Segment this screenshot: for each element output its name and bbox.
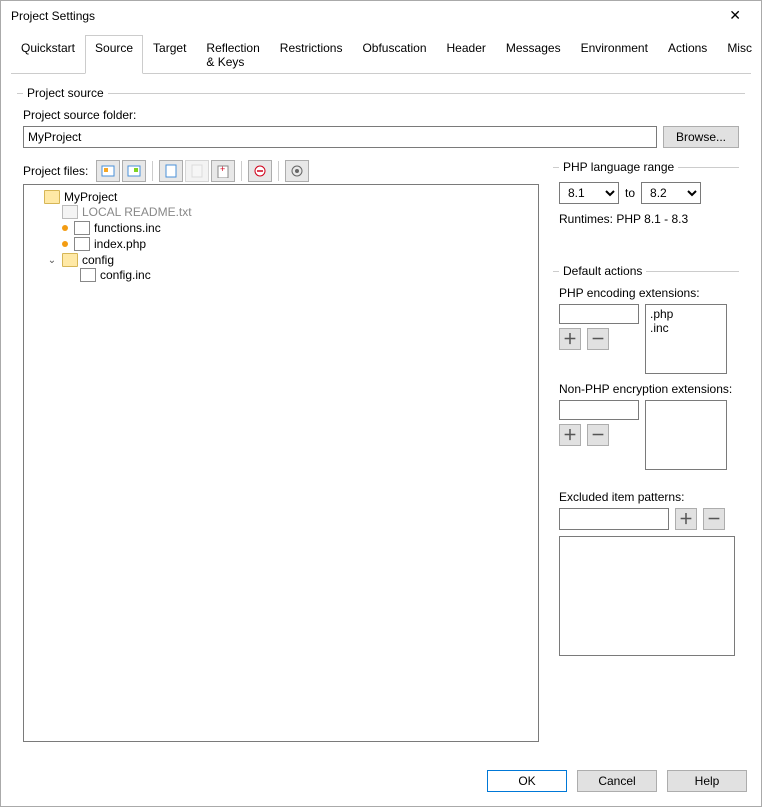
- php-ext-remove-button[interactable]: －: [587, 328, 609, 350]
- folder-label: Project source folder:: [23, 108, 739, 122]
- side-pane: PHP language range 8.1 to 8.2 Runtimes: …: [553, 156, 739, 742]
- browse-button[interactable]: Browse...: [663, 126, 739, 148]
- default-actions-group: Default actions PHP encoding extensions:…: [553, 264, 739, 656]
- tree-item-label: LOCAL README.txt: [82, 205, 192, 219]
- nonphp-ext-remove-button[interactable]: －: [587, 424, 609, 446]
- tree-folder-label: config: [82, 253, 114, 267]
- php-ext-list[interactable]: .php .inc: [645, 304, 727, 374]
- project-source-legend: Project source: [23, 86, 108, 100]
- file-tree[interactable]: MyProject LOCAL README.txt: [23, 184, 539, 742]
- file-icon: [74, 237, 90, 251]
- excl-list[interactable]: [559, 536, 735, 656]
- lang-from-select[interactable]: 8.1: [559, 182, 619, 204]
- php-ext-item[interactable]: .php: [650, 307, 722, 321]
- tab-messages[interactable]: Messages: [496, 35, 571, 74]
- tab-quickstart[interactable]: Quickstart: [11, 35, 85, 74]
- tree-item-label: index.php: [94, 237, 146, 251]
- tab-actions[interactable]: Actions: [658, 35, 717, 74]
- file-icon: [62, 205, 78, 219]
- close-icon[interactable]: ✕: [719, 7, 751, 24]
- toolbar-button-3[interactable]: [159, 160, 183, 182]
- tree-pane: Project files: +: [23, 156, 539, 742]
- tree-item[interactable]: functions.inc: [46, 221, 536, 235]
- toolbar-button-6[interactable]: [248, 160, 272, 182]
- tab-restrictions[interactable]: Restrictions: [270, 35, 353, 74]
- tab-reflection[interactable]: Reflection & Keys: [196, 35, 269, 74]
- nonphp-ext-input[interactable]: [559, 400, 639, 420]
- tab-target[interactable]: Target: [143, 35, 196, 74]
- tab-source[interactable]: Source: [85, 35, 143, 74]
- cancel-button[interactable]: Cancel: [577, 770, 657, 792]
- toolbar-button-2[interactable]: [122, 160, 146, 182]
- toolbar-button-4: [185, 160, 209, 182]
- excl-label: Excluded item patterns:: [559, 490, 735, 504]
- php-ext-label: PHP encoding extensions:: [559, 286, 735, 300]
- toolbar-separator-1: [152, 161, 153, 181]
- tab-misc[interactable]: Misc: [717, 35, 762, 74]
- excl-add-button[interactable]: ＋: [675, 508, 697, 530]
- footer: OK Cancel Help: [1, 760, 761, 806]
- toolbar-button-1[interactable]: [96, 160, 120, 182]
- php-icon: [62, 225, 68, 231]
- lang-to-label: to: [625, 186, 635, 200]
- folder-icon: [62, 253, 78, 267]
- excl-input[interactable]: [559, 508, 669, 530]
- tree-root-label: MyProject: [64, 190, 117, 204]
- toolbar-separator-3: [278, 161, 279, 181]
- nonphp-ext-add-button[interactable]: ＋: [559, 424, 581, 446]
- lang-to-select[interactable]: 8.2: [641, 182, 701, 204]
- tree-folder[interactable]: ⌄ config: [46, 253, 536, 267]
- tab-header[interactable]: Header: [437, 35, 496, 74]
- project-source-group: Project source Project source folder: Br…: [17, 86, 745, 742]
- files-toolbar: Project files: +: [23, 160, 539, 182]
- file-icon: [74, 221, 90, 235]
- tree-item[interactable]: LOCAL README.txt: [46, 205, 536, 219]
- help-button[interactable]: Help: [667, 770, 747, 792]
- excl-remove-button[interactable]: －: [703, 508, 725, 530]
- tab-environment[interactable]: Environment: [571, 35, 658, 74]
- lang-range-legend: PHP language range: [559, 160, 678, 174]
- file-icon: [80, 268, 96, 282]
- tabstrip: Quickstart Source Target Reflection & Ke…: [11, 34, 751, 74]
- chevron-down-icon[interactable]: ⌄: [46, 255, 58, 266]
- lang-range-group: PHP language range 8.1 to 8.2 Runtimes: …: [553, 160, 739, 226]
- tree-item[interactable]: config.inc: [64, 268, 536, 282]
- files-label: Project files:: [23, 164, 88, 178]
- content: Project source Project source folder: Br…: [1, 74, 761, 760]
- runtimes-text: Runtimes: PHP 8.1 - 8.3: [559, 212, 733, 226]
- tree-root[interactable]: MyProject: [28, 190, 536, 204]
- php-ext-input[interactable]: [559, 304, 639, 324]
- php-ext-add-button[interactable]: ＋: [559, 328, 581, 350]
- toolbar-separator-2: [241, 161, 242, 181]
- titlebar: Project Settings ✕: [1, 1, 761, 30]
- tree-item-label: functions.inc: [94, 221, 161, 235]
- ok-button[interactable]: OK: [487, 770, 567, 792]
- window-title: Project Settings: [11, 9, 95, 23]
- tree-item[interactable]: index.php: [46, 237, 536, 251]
- toolbar-button-gear[interactable]: [285, 160, 309, 182]
- tree-item-label: config.inc: [100, 268, 151, 282]
- toolbar-button-5[interactable]: +: [211, 160, 235, 182]
- svg-text:+: +: [220, 164, 225, 174]
- nonphp-ext-label: Non-PHP encryption extensions:: [559, 382, 735, 396]
- php-ext-item[interactable]: .inc: [650, 321, 722, 335]
- php-icon: [62, 241, 68, 247]
- folder-input[interactable]: [23, 126, 657, 148]
- tab-obfuscation[interactable]: Obfuscation: [352, 35, 436, 74]
- folder-icon: [44, 190, 60, 204]
- default-actions-legend: Default actions: [559, 264, 646, 278]
- window: Project Settings ✕ Quickstart Source Tar…: [0, 0, 762, 807]
- nonphp-ext-list[interactable]: [645, 400, 727, 470]
